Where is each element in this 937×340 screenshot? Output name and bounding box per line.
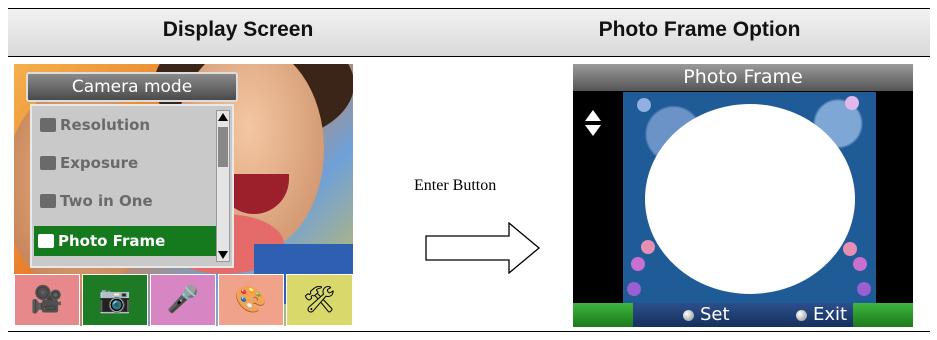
menu-item-resolution[interactable]: Resolution: [36, 110, 216, 140]
set-button[interactable]: Set: [683, 303, 730, 327]
palette-icon: 🎨: [234, 285, 268, 315]
tab-camcorder[interactable]: 🎥: [14, 274, 80, 326]
camera-icon: 📷: [98, 285, 132, 315]
column-header-display-screen: Display Screen: [162, 18, 314, 41]
button-dot-icon: [796, 309, 807, 321]
camera-mode-menu: Resolution Exposure Two in One Photo Fra…: [30, 104, 234, 268]
flower-decoration-icon: [631, 257, 645, 271]
column-header-photo-frame-option: Photo Frame Option: [598, 18, 801, 41]
mode-tabs: 🎥 📷 🎤 🎨 🛠: [14, 274, 353, 326]
flower-decoration-icon: [637, 98, 651, 112]
exposure-icon: [40, 156, 56, 170]
arrow-down-icon[interactable]: [585, 125, 601, 136]
tools-icon: 🛠: [302, 285, 336, 315]
exit-button[interactable]: Exit: [796, 303, 847, 327]
photo-frame-icon: [38, 234, 54, 248]
button-dot-icon: [683, 309, 694, 321]
table-bottom-rule: [8, 331, 930, 332]
tab-tools[interactable]: 🛠: [286, 274, 353, 326]
two-in-one-icon: [40, 194, 56, 208]
set-label: Set: [700, 304, 730, 325]
tab-microphone[interactable]: 🎤: [150, 274, 216, 326]
flower-decoration-icon: [843, 242, 857, 256]
flower-decoration-icon: [845, 96, 859, 110]
menu-scrollbar[interactable]: [216, 110, 230, 262]
microphone-icon: 🎤: [166, 285, 200, 315]
exit-label: Exit: [813, 304, 848, 325]
display-screen-image: Camera mode Resolution Exposure Two in O…: [14, 64, 353, 326]
flower-decoration-icon: [641, 240, 655, 254]
menu-item-label: Photo Frame: [58, 232, 166, 250]
menu-item-two-in-one[interactable]: Two in One: [36, 186, 216, 216]
table-top-rule: [8, 8, 930, 9]
photo-frame-action-bar: Set Exit: [573, 303, 913, 327]
right-arrow-icon: [425, 222, 541, 274]
scroll-up-icon[interactable]: [218, 113, 228, 121]
scroll-thumb[interactable]: [218, 127, 228, 167]
camcorder-icon: 🎥: [30, 285, 64, 315]
tab-camera[interactable]: 📷: [82, 274, 148, 326]
frame-selector-arrows[interactable]: [585, 110, 601, 136]
table-header-rule: [8, 56, 930, 57]
arrow-up-icon[interactable]: [585, 110, 601, 121]
tab-palette[interactable]: 🎨: [218, 274, 284, 326]
menu-item-photo-frame[interactable]: Photo Frame: [34, 226, 218, 256]
flower-decoration-icon: [857, 282, 871, 296]
photo-frame-title: Photo Frame: [573, 64, 913, 91]
menu-item-label: Exposure: [60, 154, 139, 172]
photo-frame-screen-image: Photo Frame Set Exit: [573, 64, 913, 327]
menu-item-label: Two in One: [60, 192, 153, 210]
frame-photo-area: [645, 104, 855, 294]
menu-item-label: Resolution: [60, 116, 151, 134]
resolution-icon: [40, 118, 56, 132]
scroll-down-icon[interactable]: [218, 251, 228, 259]
flower-decoration-icon: [627, 282, 641, 296]
camera-mode-title: Camera mode: [26, 72, 238, 102]
menu-item-exposure[interactable]: Exposure: [36, 148, 216, 178]
flower-decoration-icon: [853, 257, 867, 271]
photo-frame-preview: [623, 92, 876, 303]
enter-button-label: Enter Button: [414, 177, 497, 194]
